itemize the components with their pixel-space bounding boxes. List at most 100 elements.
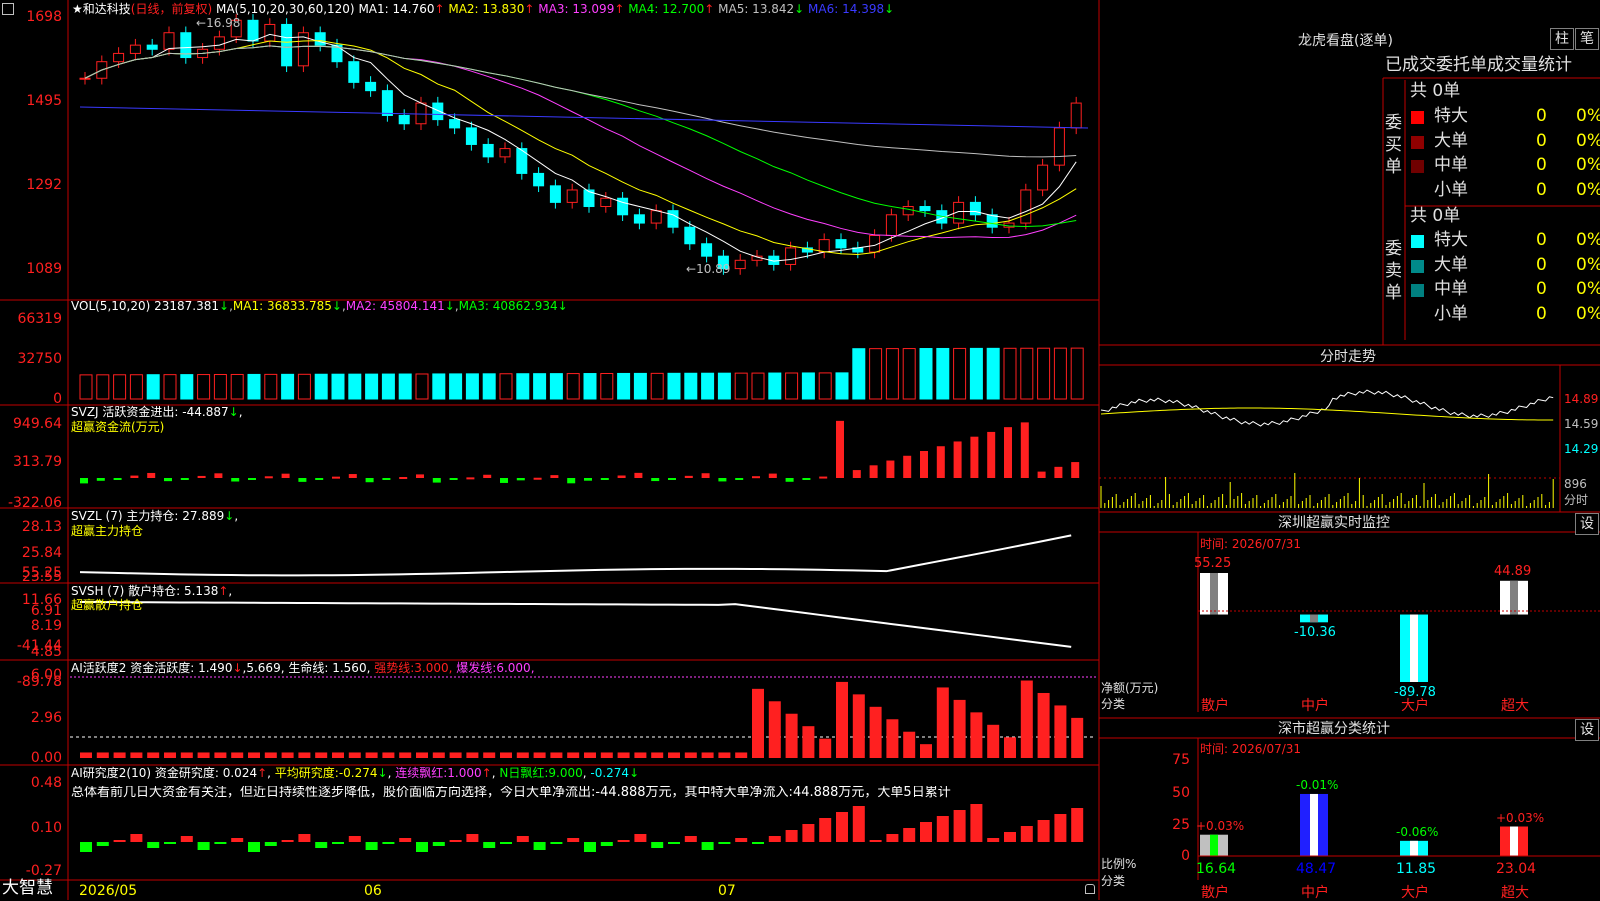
sell-pct-3: 0% [1576,303,1600,324]
sc-change-3: +0.03% [1496,810,1545,825]
tick-mode-button[interactable]: 笔 [1575,28,1599,50]
sc-value-3: 23.04 [1496,861,1537,877]
sell-pct-0: 0% [1576,230,1600,250]
date-label-1: 2026/05 [79,883,138,899]
buy-qty-1: 0 [1536,130,1547,151]
sz-monitor-time: 时间: 2026/07/31 [1200,537,1302,551]
date-label-2: 06 [364,883,382,899]
sz-category-2: 大户 [1401,698,1429,714]
svsh-header: SVSH (7) 散户持仓: 5.138↑, [71,584,233,598]
ai2-tick-2: -0.27 [25,863,62,879]
sell-name-1: 大单 [1434,254,1468,275]
ma-value-6: MA6: 14.398 [804,2,885,16]
buy-pct-1: 0% [1576,130,1600,151]
chart-mode: (日线，前复权) [130,2,213,16]
buy-name-0: 特大 [1434,106,1468,126]
stock-name: 和达科技 [82,2,131,16]
sell-name-2: 中单 [1434,279,1468,299]
sz-tick-2: -41.44 [16,638,62,654]
price-tick-0: 1698 [26,9,62,25]
sell-qty-0: 0 [1536,230,1547,250]
sz-value-0: 55.25 [1194,556,1232,571]
buy-total: 共 0单 [1410,81,1461,101]
sc-stats-settings-button[interactable]: 设 [1575,719,1599,741]
sc-category-1: 中户 [1301,885,1329,901]
sell-total: 共 0单 [1410,206,1461,226]
buy-qty-3: 0 [1536,179,1547,200]
buy-name-3: 小单 [1434,179,1468,200]
sell-side-label: 委卖单 [1385,239,1402,303]
ai2-comment: 总体看前几日大资金有关注，但近日持续性逐步降低，股价面临方向选择，今日大单净流出… [71,786,951,799]
sc-tick-1: 50 [1172,785,1190,801]
sell-qty-1: 0 [1536,254,1547,275]
buy-pct-0: 0% [1576,106,1600,126]
svzl-tick-1: 25.84 [21,545,62,561]
buy-swatch-1 [1411,135,1424,149]
svzj-tick-2: -322.06 [7,495,62,511]
ai1-tick-2: 0.00 [30,750,62,766]
sc-value-1: 48.47 [1296,861,1337,877]
sc-ylabel-1: 比例% [1101,857,1137,871]
buy-pct-3: 0% [1576,179,1600,200]
sz-tick-1: 6.91 [30,603,62,619]
svsh-subtitle: 超赢散户持仓 [71,598,144,612]
sell-pct-2: 0% [1576,279,1600,299]
sc-tick-0: 75 [1172,752,1190,768]
sc-stats-title: 深市超赢分类统计 [1278,721,1390,737]
sz-ylabel-2: 分类 [1101,697,1126,711]
price-tick-3: 1089 [26,261,62,277]
sc-category-0: 散户 [1201,885,1229,901]
buy-swatch-2 [1411,160,1424,173]
sc-change-2: -0.06% [1396,824,1439,839]
sell-swatch-2 [1411,284,1424,297]
sc-category-2: 大户 [1401,885,1429,901]
intraday-y2: 14.59 [1564,417,1599,431]
high-annotation: ←16.98 [196,16,241,30]
ai2-tick-1: 0.10 [30,820,62,836]
ma-value-5: MA5: 13.842 [714,2,795,16]
lhb-title: 龙虎看盘(逐单) [1298,33,1393,49]
svzj-tick-0: 949.64 [13,416,62,432]
bar-mode-button[interactable]: 柱 [1550,28,1574,50]
intraday-title: 分时走势 [1320,349,1376,365]
sell-qty-3: 0 [1536,303,1547,324]
ma-params: MA(5,10,20,30,60,120) [215,2,355,16]
intraday-y1: 14.89 [1564,392,1599,406]
date-label-3: 07 [718,883,736,899]
sz-ylabel-1: 净额(万元) [1101,681,1159,695]
sz-monitor-title: 深圳超赢实时监控 [1278,515,1390,531]
low-annotation: ←10.89 [686,262,731,276]
sz-tick-0: 55.25 [21,565,62,581]
sell-pct-1: 0% [1576,254,1600,275]
ai2-header: AI研究度2(10) 资金研究度: 0.024↑, 平均研究度:-0.274↓,… [71,766,640,780]
sell-qty-2: 0 [1536,279,1547,299]
buy-pct-2: 0% [1576,155,1600,175]
intraday-vol: 896 [1564,477,1587,491]
sz-tick-3: -89.78 [16,674,62,690]
ai2-tick-0: 0.48 [30,775,62,791]
sz-category-0: 散户 [1201,698,1229,714]
ma-value-3: MA3: 13.099 [534,2,615,16]
brand-label: 大智慧 [2,878,53,898]
vol-tick-1: 32750 [17,351,62,367]
ai1-tick-1: 2.96 [30,710,62,726]
main-chart-area[interactable] [0,0,1600,900]
sc-tick-3: 0 [1181,848,1190,864]
sell-swatch-1 [1411,259,1424,273]
lock-icon [1085,884,1095,894]
sz-value-1: -10.36 [1294,625,1336,641]
sz-monitor-settings-button[interactable]: 设 [1575,513,1599,535]
sell-name-3: 小单 [1434,303,1468,324]
intraday-y3: 14.29 [1564,442,1599,456]
sc-value-2: 11.85 [1396,861,1437,877]
ma-value-2: MA2: 13.830 [444,2,525,16]
lhb-heading: 已成交委托单成交量统计 [1385,55,1572,75]
sell-name-0: 特大 [1434,230,1468,250]
sc-category-3: 超大 [1501,885,1529,901]
ai1-header: AI活跃度2 资金活跃度: 1.490↓,5.669, 生命线: 1.560, … [71,661,535,675]
buy-name-1: 大单 [1434,130,1468,151]
sz-value-3: 44.89 [1494,563,1532,579]
buy-qty-0: 0 [1536,106,1547,126]
sell-swatch-0 [1411,235,1424,248]
price-tick-2: 1292 [26,177,62,193]
